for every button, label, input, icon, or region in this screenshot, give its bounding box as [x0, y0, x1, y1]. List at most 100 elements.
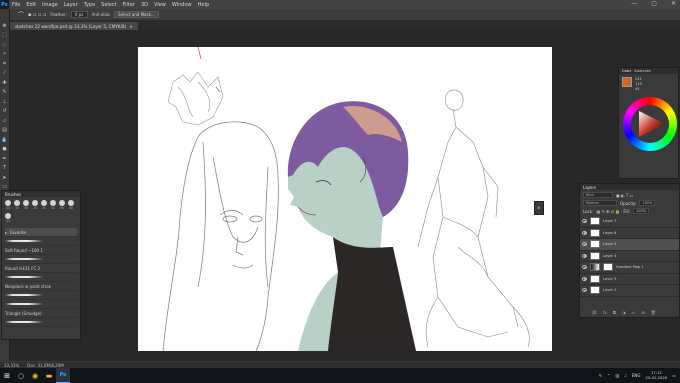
crop-tool-icon[interactable]: ⌗ — [1, 61, 8, 67]
lasso-tool-icon[interactable]: ◌ — [1, 42, 8, 48]
brush-tip[interactable] — [50, 200, 56, 206]
stamp-tool-icon[interactable]: ⊥ — [1, 99, 8, 105]
dodge-tool-icon[interactable]: ● — [1, 147, 8, 153]
visibility-eye-icon[interactable] — [582, 242, 587, 247]
layer-row[interactable]: Layer 7 — [580, 216, 679, 228]
brush-preset[interactable] — [5, 300, 77, 309]
layer-row[interactable]: Layer 3 — [580, 274, 679, 285]
menu-select[interactable]: Select — [98, 2, 119, 8]
network-icon[interactable]: ▥ — [616, 373, 620, 378]
menu-file[interactable]: File — [9, 2, 23, 8]
brush-preset[interactable] — [5, 273, 77, 282]
opacity-input[interactable]: 100% — [639, 200, 656, 206]
brush-tip[interactable] — [41, 200, 47, 206]
selection-mode-icons[interactable]: ▪ ▫ ▫ ▫ — [28, 12, 46, 18]
foreground-color-chip[interactable] — [622, 77, 632, 87]
zoom-level[interactable]: 33,33% — [4, 363, 19, 368]
healing-tool-icon[interactable]: ✚ — [1, 80, 8, 86]
marquee-tool-icon[interactable]: ⬚ — [1, 33, 8, 39]
color-wheel[interactable] — [623, 97, 677, 151]
add-mask-icon[interactable]: ◘ — [613, 310, 616, 315]
brush-tip[interactable] — [23, 200, 29, 206]
brush-preset[interactable] — [5, 255, 77, 264]
brush-tip[interactable] — [59, 200, 65, 206]
photoshop-taskbar-icon[interactable]: Ps — [56, 368, 70, 383]
lasso-tool-icon[interactable]: ⌒ — [18, 10, 24, 19]
feather-input[interactable]: 0 px — [70, 11, 88, 18]
brush-preset[interactable]: Nonplace w paint strok — [5, 282, 77, 291]
menu-edit[interactable]: Edit — [23, 2, 39, 8]
fx-icon[interactable]: fx — [603, 310, 607, 315]
maximize-icon[interactable]: ▢ — [651, 0, 657, 7]
menu-type[interactable]: Type — [81, 2, 98, 8]
menu-view[interactable]: View — [151, 2, 169, 8]
photoshop-logo-icon[interactable]: Ps — [0, 0, 9, 9]
path-select-tool-icon[interactable]: ➤ — [1, 175, 8, 181]
clock[interactable]: 17:12 20.02.2020 — [645, 371, 667, 380]
type-tool-icon[interactable]: T — [1, 166, 8, 172]
visibility-eye-icon[interactable] — [582, 265, 587, 270]
minimize-icon[interactable]: — — [631, 0, 637, 7]
filter-icons[interactable]: ▣ ◐ T ▭ — [616, 193, 633, 198]
visibility-eye-icon[interactable] — [582, 230, 587, 235]
brush-preset[interactable] — [5, 318, 77, 327]
menu-window[interactable]: Window — [169, 2, 195, 8]
layer-row[interactable]: Layer 6 — [580, 228, 679, 239]
language-indicator[interactable]: ENG — [632, 373, 641, 378]
brush-preset[interactable] — [5, 291, 77, 300]
tab-close-icon[interactable]: × — [129, 24, 133, 29]
layer-kind-filter[interactable]: Kind — [583, 192, 613, 198]
eraser-tool-icon[interactable]: ▱ — [1, 118, 8, 124]
layer-row-selected[interactable]: Layer 5 — [580, 239, 679, 251]
brush-tip[interactable] — [14, 200, 20, 206]
select-and-mask-button[interactable]: Select and Mask... — [114, 11, 159, 18]
visibility-eye-icon[interactable] — [582, 219, 587, 224]
antialias-checkbox[interactable]: Anti-alias — [92, 12, 111, 17]
brush-tool-icon[interactable]: ✎ — [1, 90, 8, 96]
visibility-eye-icon[interactable] — [582, 276, 587, 281]
close-icon[interactable]: ✕ — [671, 0, 676, 7]
layer-row[interactable]: Gradient Map 1 — [580, 262, 679, 274]
pen-icon[interactable]: ✎ — [599, 373, 602, 378]
blur-tool-icon[interactable]: 💧 — [1, 137, 8, 143]
search-icon[interactable]: ○ — [14, 368, 28, 383]
windows-start-icon[interactable]: ⊞ — [0, 368, 14, 383]
brush-tip[interactable] — [32, 200, 38, 206]
link-layers-icon[interactable]: ⛓ — [592, 310, 597, 315]
blend-mode-select[interactable]: Normal — [583, 200, 617, 206]
magic-wand-tool-icon[interactable]: ✧ — [1, 52, 8, 58]
notifications-icon[interactable]: ▭ — [672, 373, 676, 378]
document-tab[interactable]: sketches 22 wordfpe.psd @ 33,3% (Layer 5… — [10, 22, 138, 30]
pen-tool-icon[interactable]: ✒ — [1, 156, 8, 162]
eyedropper-tool-icon[interactable]: ⁄ — [1, 71, 8, 77]
color-triangle[interactable] — [631, 105, 669, 143]
menu-filter[interactable]: Filter — [120, 2, 138, 8]
brush-preset[interactable]: Soft Round ~100 1 — [5, 246, 77, 255]
brush-group[interactable]: ▸ Favorite — [5, 228, 77, 237]
properties-collapsed-icon[interactable]: ⊞ — [534, 201, 544, 215]
new-layer-icon[interactable]: ⊞ — [641, 310, 644, 315]
adjustment-layer-icon[interactable]: ◑ — [622, 310, 626, 315]
visibility-eye-icon[interactable] — [582, 253, 587, 258]
fill-input[interactable]: 100% — [633, 208, 650, 214]
layer-row[interactable]: Layer 2 — [580, 285, 679, 297]
history-brush-tool-icon[interactable]: ↺ — [1, 109, 8, 115]
brush-preset[interactable] — [5, 237, 77, 246]
file-explorer-icon[interactable]: ▬ — [42, 368, 56, 383]
tab-color[interactable]: Color — [622, 69, 631, 73]
layer-row[interactable]: Layer 4 — [580, 251, 679, 262]
menu-3d[interactable]: 3D — [138, 2, 151, 8]
volume-icon[interactable]: ♪ — [624, 373, 627, 378]
brush-preset[interactable]: Triangle (Smudge) — [5, 309, 77, 318]
menu-layer[interactable]: Layer — [61, 2, 81, 8]
brush-tip[interactable] — [5, 200, 11, 206]
new-group-icon[interactable]: ▭ — [632, 310, 636, 315]
document-canvas[interactable] — [138, 47, 552, 351]
lock-icons[interactable]: ▦ ✎ ✥ ⊡ 🔒 — [596, 209, 620, 214]
brush-tip[interactable] — [68, 200, 74, 206]
brush-preset[interactable]: Round ink31 FC 2 — [5, 264, 77, 273]
chrome-icon[interactable]: ◉ — [28, 368, 42, 383]
menu-image[interactable]: Image — [39, 2, 61, 8]
move-tool-icon[interactable]: ✥ — [1, 23, 8, 29]
tab-swatches[interactable]: Swatches — [634, 69, 651, 73]
